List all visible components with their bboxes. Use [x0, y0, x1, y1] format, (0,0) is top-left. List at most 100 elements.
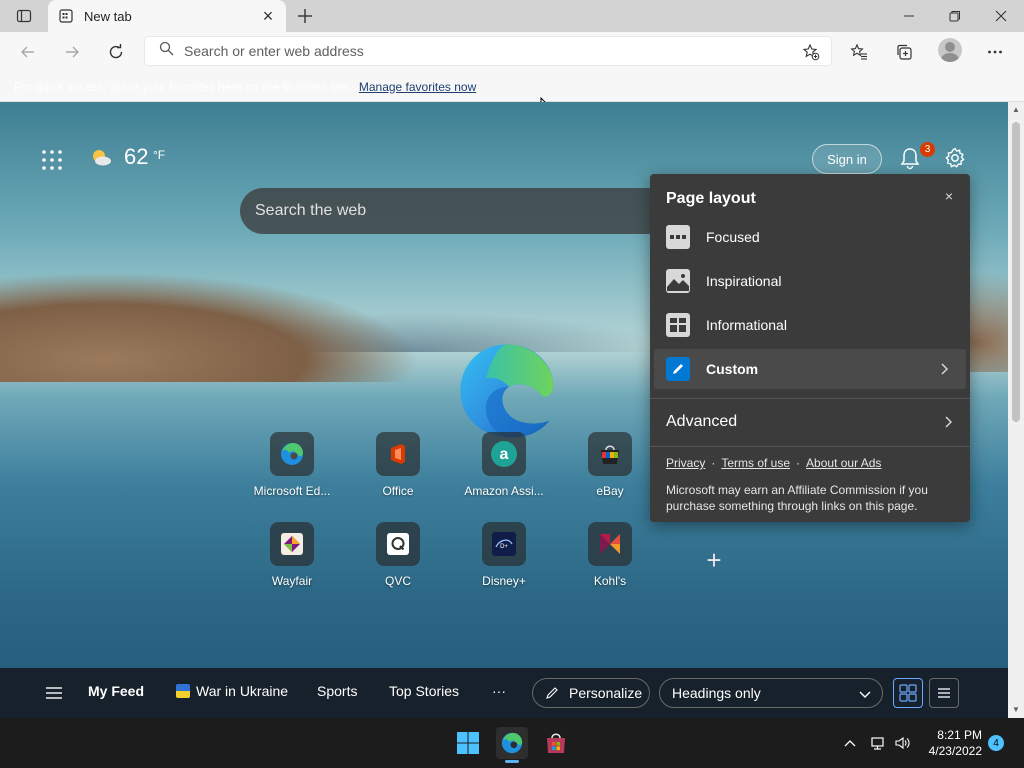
tab-actions-icon[interactable]: [8, 4, 40, 28]
layout-option-label: Inspirational: [706, 273, 782, 289]
layout-option-informational[interactable]: Informational: [654, 305, 966, 345]
notification-center-badge[interactable]: 4: [988, 735, 1004, 751]
quick-link-label: Wayfair: [271, 574, 313, 588]
notification-count-badge: 3: [920, 142, 935, 157]
quick-link-label: Microsoft Ed...: [253, 484, 331, 498]
microsoft-store-icon[interactable]: [540, 727, 572, 759]
search-icon: [159, 41, 174, 61]
feed-tab-top-stories[interactable]: Top Stories: [389, 683, 459, 699]
new-tab-page: 62 °F Sign in 3 Search the web Microsoft…: [0, 102, 1008, 718]
chevron-right-icon: [945, 416, 952, 428]
taskbar-edge-icon[interactable]: [496, 727, 528, 763]
restore-icon[interactable]: [932, 0, 978, 32]
affiliate-note: Microsoft may earn an Affiliate Commissi…: [666, 483, 928, 513]
quick-link-tile[interactable]: Office: [348, 432, 448, 498]
show-hidden-icons-icon[interactable]: [842, 735, 858, 751]
scrollbar-thumb[interactable]: [1012, 122, 1020, 422]
feed-tab-my-feed[interactable]: My Feed: [88, 683, 144, 699]
background-landmass-left: [0, 272, 420, 382]
layout-option-label: Custom: [706, 361, 759, 377]
feed-tab-label: War in Ukraine: [196, 683, 289, 699]
clock-date: 4/23/2022: [928, 744, 982, 758]
grid-view-button[interactable]: [893, 678, 923, 708]
terms-of-use-link[interactable]: Terms of use: [721, 456, 790, 470]
headings-dropdown[interactable]: Headings only: [659, 678, 883, 708]
new-tab-button[interactable]: [292, 4, 318, 28]
close-window-icon[interactable]: [978, 0, 1024, 32]
profile-avatar[interactable]: [938, 38, 962, 62]
personalize-button[interactable]: Personalize: [532, 678, 650, 708]
chevron-down-icon: [859, 691, 871, 698]
more-options-icon[interactable]: [979, 36, 1011, 68]
network-icon[interactable]: [870, 735, 886, 751]
feed-navigation-bar: My Feed War in Ukraine Sports Top Storie…: [0, 668, 1008, 718]
volume-icon[interactable]: [894, 735, 910, 751]
layout-option-label: Informational: [706, 317, 787, 333]
edge-icon: [270, 432, 314, 476]
collections-icon[interactable]: [888, 36, 920, 68]
svg-text:a: a: [500, 446, 509, 463]
feed-more-icon[interactable]: ···: [492, 683, 506, 699]
quick-link-tile[interactable]: a Amazon Assi...: [454, 432, 554, 498]
tab-new-tab[interactable]: New tab ×: [48, 0, 286, 32]
add-quick-link-icon[interactable]: +: [700, 546, 728, 574]
clock-time: 8:21 PM: [937, 728, 982, 742]
quick-link-tile[interactable]: Microsoft Ed...: [242, 432, 342, 498]
notification-bell-icon[interactable]: [898, 146, 922, 170]
link-separator: ·: [711, 456, 716, 470]
panel-close-icon[interactable]: ×: [940, 187, 958, 205]
toolbar: [0, 32, 1024, 72]
privacy-link[interactable]: Privacy: [666, 456, 705, 470]
address-input[interactable]: [184, 43, 774, 59]
feed-tab-war-in-ukraine[interactable]: War in Ukraine: [176, 683, 288, 699]
layout-option-focused[interactable]: Focused: [654, 217, 966, 257]
minimize-icon[interactable]: [886, 0, 932, 32]
svg-text:D+: D+: [500, 544, 508, 550]
hamburger-menu-icon[interactable]: [44, 683, 64, 703]
page-scrollbar[interactable]: ▲ ▼: [1008, 102, 1024, 718]
quick-link-label: Kohl's: [593, 574, 627, 588]
advanced-settings-row[interactable]: Advanced: [650, 402, 970, 442]
quick-link-tile[interactable]: QVC: [348, 522, 448, 588]
inspirational-layout-icon: [666, 269, 690, 293]
layout-option-inspirational[interactable]: Inspirational: [654, 261, 966, 301]
back-arrow-icon[interactable]: [12, 36, 44, 68]
list-view-icon: [938, 688, 950, 698]
favorites-icon[interactable]: [843, 36, 875, 68]
sign-in-button[interactable]: Sign in: [812, 144, 882, 174]
about-our-ads-link[interactable]: About our Ads: [806, 456, 881, 470]
office-icon: [376, 432, 420, 476]
quick-link-tile[interactable]: eBay: [560, 432, 660, 498]
app-launcher-icon[interactable]: [40, 148, 64, 172]
scroll-down-icon[interactable]: ▼: [1012, 706, 1020, 714]
list-view-button[interactable]: [929, 678, 959, 708]
amazon-icon: a: [482, 432, 526, 476]
start-menu-icon[interactable]: [452, 727, 484, 759]
grid-view-icon: [899, 684, 917, 702]
quick-link-label: Office: [382, 484, 414, 498]
newtab-favicon-icon: [58, 8, 74, 24]
layout-option-custom[interactable]: Custom: [654, 349, 966, 389]
scroll-up-icon[interactable]: ▲: [1012, 106, 1020, 114]
panel-title: Page layout: [666, 190, 756, 207]
page-layout-panel: Page layout × Focused Inspirational Info…: [650, 174, 970, 522]
favorites-bar-message: For quick access, place your favorites h…: [14, 79, 351, 94]
pencil-icon: [546, 687, 558, 699]
partly-sunny-icon[interactable]: [90, 147, 112, 167]
forward-arrow-icon[interactable]: [56, 36, 88, 68]
panel-divider: [650, 446, 970, 447]
quick-link-tile[interactable]: D+ Disney+: [454, 522, 554, 588]
quick-link-tile[interactable]: Wayfair: [242, 522, 342, 588]
settings-gear-icon[interactable]: [943, 146, 967, 170]
feed-tab-sports[interactable]: Sports: [317, 683, 357, 699]
address-bar[interactable]: [144, 36, 832, 66]
manage-favorites-link[interactable]: Manage favorites now: [359, 80, 476, 94]
tab-close-icon[interactable]: ×: [256, 4, 280, 28]
kohls-icon: [588, 522, 632, 566]
web-search-box[interactable]: Search the web: [240, 188, 670, 234]
refresh-icon[interactable]: [100, 36, 132, 68]
add-favorite-star-icon[interactable]: [799, 40, 823, 64]
system-clock[interactable]: 8:21 PM 4/23/2022: [918, 727, 982, 759]
quick-link-tile[interactable]: Kohl's: [560, 522, 660, 588]
weather-temperature[interactable]: 62: [124, 144, 148, 170]
